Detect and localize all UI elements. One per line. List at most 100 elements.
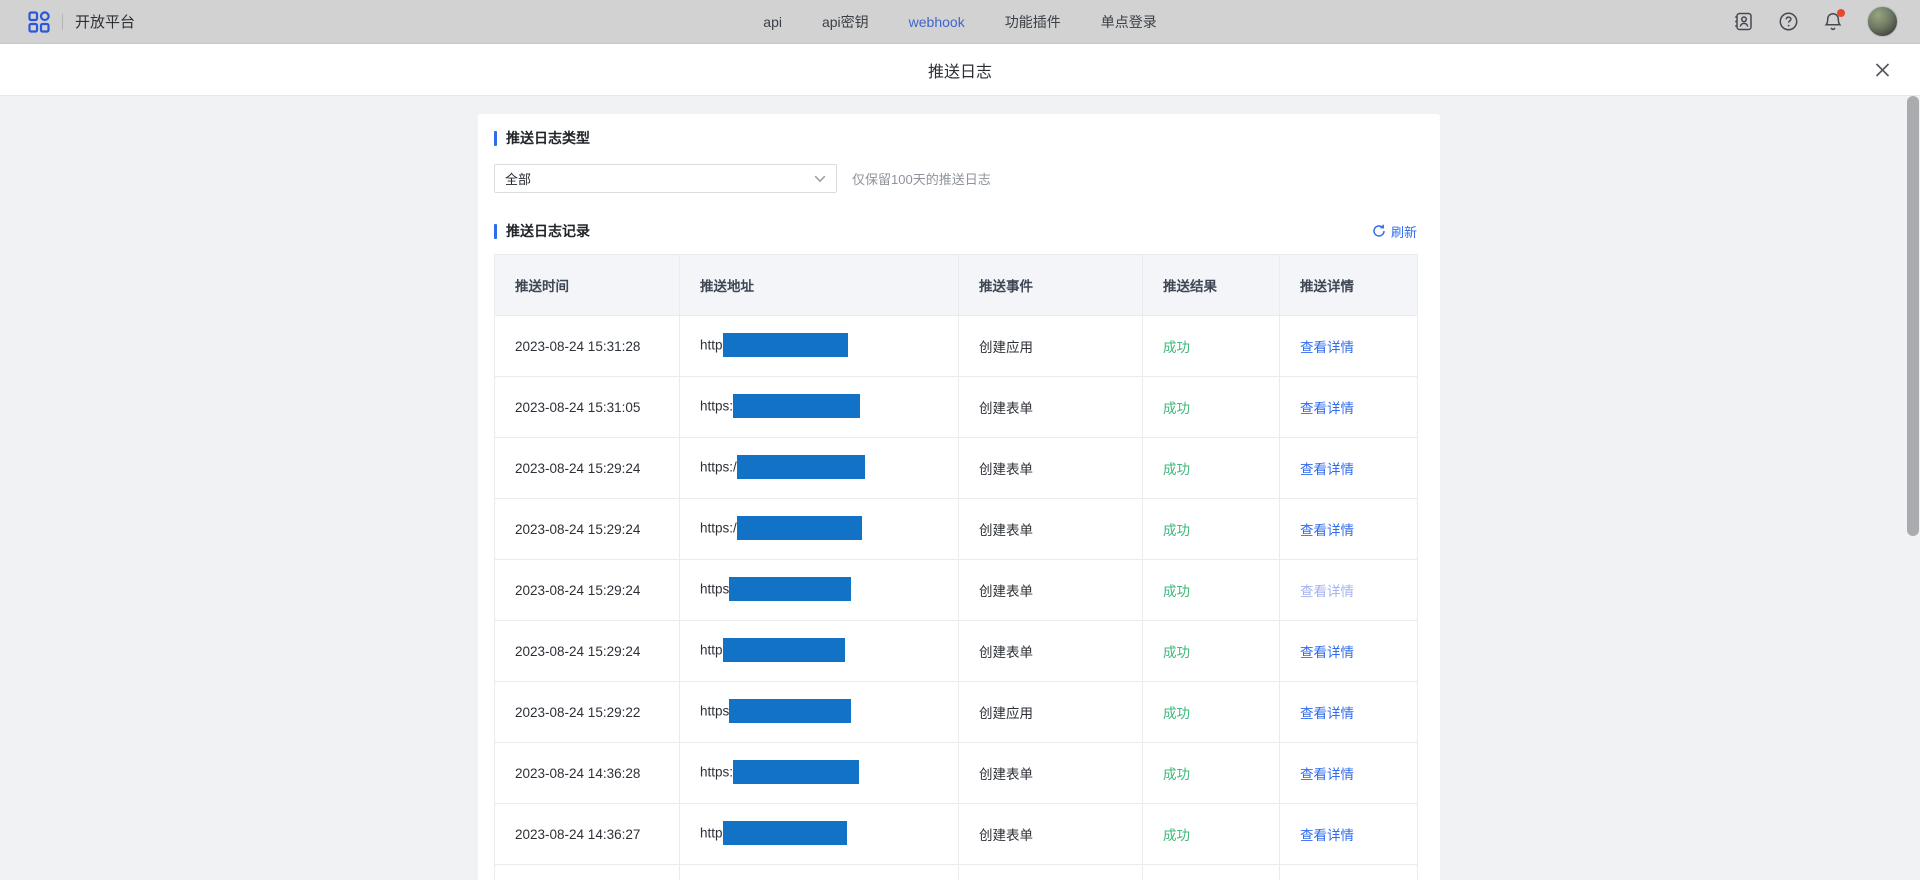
redacted-url-block xyxy=(729,699,851,723)
push-result-cell: 成功 xyxy=(1143,743,1280,804)
push-time-cell: 2023-08-24 14:36:27 xyxy=(495,804,680,865)
push-result-cell: 成功 xyxy=(1143,682,1280,743)
push-event-cell: 创建表单 xyxy=(959,438,1143,499)
apps-grid-icon[interactable] xyxy=(28,11,50,33)
view-detail-link[interactable]: 查看详情 xyxy=(1300,645,1354,660)
redacted-url-block xyxy=(723,638,845,662)
filter-row: 全部 仅保留100天的推送日志 xyxy=(494,164,1417,193)
redacted-url-block xyxy=(737,516,862,540)
push-time-cell: 2023-08-24 15:31:28 xyxy=(495,316,680,377)
log-table-row: 2023-08-24 15:31:05 https: 创建表单 成功 查看详情 xyxy=(495,377,1418,438)
accent-bar xyxy=(494,224,497,239)
view-detail-link[interactable]: 查看详情 xyxy=(1300,584,1354,599)
log-section-header: 推送日志记录 刷新 xyxy=(494,221,1417,241)
push-time-cell: 2023-08-24 15:31:05 xyxy=(495,377,680,438)
push-time-cell: 2023-08-24 15:29:24 xyxy=(495,621,680,682)
push-event-cell: 创建应用 xyxy=(959,316,1143,377)
topbar-tabs: api api密钥 webhook 功能插件 单点登录 xyxy=(763,0,1156,44)
refresh-button[interactable]: 刷新 xyxy=(1372,222,1417,241)
push-event-cell: 创建表单 xyxy=(959,560,1143,621)
push-result-cell: 成功 xyxy=(1143,377,1280,438)
topbar-right xyxy=(1733,6,1898,37)
push-url-cell: https:/ xyxy=(680,499,959,560)
push-result-cell: 成功 xyxy=(1143,804,1280,865)
log-table-row: 2023-08-24 15:29:22 https 创建应用 成功 查看详情 xyxy=(495,682,1418,743)
accent-bar xyxy=(494,131,497,146)
column-header: 推送时间 xyxy=(495,255,680,316)
log-table-row: 2023-08-24 14:36:28 https: 创建表单 成功 查看详情 xyxy=(495,743,1418,804)
filter-section-label: 推送日志类型 xyxy=(506,128,590,148)
page-scrollbar[interactable] xyxy=(1906,96,1920,880)
refresh-icon xyxy=(1372,224,1386,238)
close-icon[interactable] xyxy=(1871,58,1894,81)
redacted-url-block xyxy=(733,760,859,784)
push-result-cell: 成功 xyxy=(1143,499,1280,560)
content-area: 推送日志类型 全部 仅保留100天的推送日志 推送日志记录 刷新 xyxy=(0,96,1920,880)
view-detail-link[interactable]: 查看详情 xyxy=(1300,767,1354,782)
topbar-tab[interactable]: 功能插件 xyxy=(1005,12,1061,32)
topbar-tab[interactable]: webhook xyxy=(909,14,965,30)
log-type-select[interactable]: 全部 xyxy=(494,164,837,193)
view-detail-link[interactable]: 查看详情 xyxy=(1300,340,1354,355)
url-prefix: https: xyxy=(700,765,733,780)
retention-hint: 仅保留100天的推送日志 xyxy=(852,169,991,188)
redacted-url-block xyxy=(723,821,847,845)
topbar-left: 开放平台 xyxy=(28,11,135,33)
topbar-tab[interactable]: api密钥 xyxy=(822,12,869,32)
push-time-cell: 2023-08-24 15:29:24 xyxy=(495,499,680,560)
url-prefix: https xyxy=(700,582,729,597)
view-detail-link[interactable]: 查看详情 xyxy=(1300,706,1354,721)
help-icon[interactable] xyxy=(1778,11,1799,32)
push-detail-cell: 查看详情 xyxy=(1280,804,1418,865)
contacts-icon[interactable] xyxy=(1733,11,1754,32)
log-table-row: 2023-08-24 15:29:24 http 创建表单 成功 查看详情 xyxy=(495,621,1418,682)
url-prefix: http xyxy=(700,338,723,353)
log-table-row: 2023-08-24 15:29:24 https 创建表单 成功 查看详情 xyxy=(495,560,1418,621)
column-header: 推送结果 xyxy=(1143,255,1280,316)
push-event-cell: 创建表单 xyxy=(959,377,1143,438)
push-time-cell: 2023-08-24 15:29:24 xyxy=(495,438,680,499)
push-event-cell: 创建表单 xyxy=(959,499,1143,560)
push-result-cell: 成功 xyxy=(1143,621,1280,682)
url-prefix: http xyxy=(700,643,723,658)
url-prefix: https xyxy=(700,704,729,719)
log-type-select-value: 全部 xyxy=(505,169,531,188)
view-detail-link[interactable]: 查看详情 xyxy=(1300,523,1354,538)
view-detail-link[interactable]: 查看详情 xyxy=(1300,462,1354,477)
push-detail-cell: 查看详情 xyxy=(1280,621,1418,682)
topbar: 开放平台 api api密钥 webhook 功能插件 单点登录 xyxy=(0,0,1920,44)
scrollbar-thumb[interactable] xyxy=(1907,96,1919,536)
notification-dot xyxy=(1837,9,1845,17)
log-table-row: 2023-08-24 15:31:28 http 创建应用 成功 查看详情 xyxy=(495,316,1418,377)
redacted-url-block xyxy=(723,333,848,357)
push-url-cell: http xyxy=(680,621,959,682)
push-url-cell: https: xyxy=(680,377,959,438)
url-prefix: https:/ xyxy=(700,460,737,475)
avatar[interactable] xyxy=(1867,6,1898,37)
push-log-panel: 推送日志类型 全部 仅保留100天的推送日志 推送日志记录 刷新 xyxy=(478,114,1440,880)
refresh-label: 刷新 xyxy=(1391,222,1417,241)
push-detail-cell: 查看详情 xyxy=(1280,377,1418,438)
view-detail-link[interactable]: 查看详情 xyxy=(1300,401,1354,416)
topbar-tab[interactable]: api xyxy=(763,14,782,30)
push-detail-cell: 查看详情 xyxy=(1280,682,1418,743)
log-table-row: 2023-08-24 15:29:24 https:/ 创建表单 成功 查看详情 xyxy=(495,499,1418,560)
push-time-cell: 2023-08-24 15:29:22 xyxy=(495,682,680,743)
topbar-tab[interactable]: 单点登录 xyxy=(1101,12,1157,32)
log-section-label: 推送日志记录 xyxy=(506,221,590,241)
notification-bell-icon[interactable] xyxy=(1823,11,1843,32)
push-event-cell: 创建表单 xyxy=(959,743,1143,804)
page-title: 推送日志 xyxy=(928,58,992,82)
log-table-row: 2023-08-24 14:36:27 http 创建表单 成功 查看详情 xyxy=(495,804,1418,865)
view-detail-link[interactable]: 查看详情 xyxy=(1300,828,1354,843)
push-detail-cell: 查看详情 xyxy=(1280,560,1418,621)
push-time-cell: 2023-08-24 14:36:28 xyxy=(495,743,680,804)
url-prefix: https:/ xyxy=(700,521,737,536)
redacted-url-block xyxy=(733,394,860,418)
log-table-row-partial xyxy=(495,865,1418,880)
redacted-url-block xyxy=(729,577,851,601)
push-detail-cell: 查看详情 xyxy=(1280,743,1418,804)
url-prefix: http xyxy=(700,826,723,841)
push-result-cell: 成功 xyxy=(1143,438,1280,499)
push-url-cell: https xyxy=(680,682,959,743)
